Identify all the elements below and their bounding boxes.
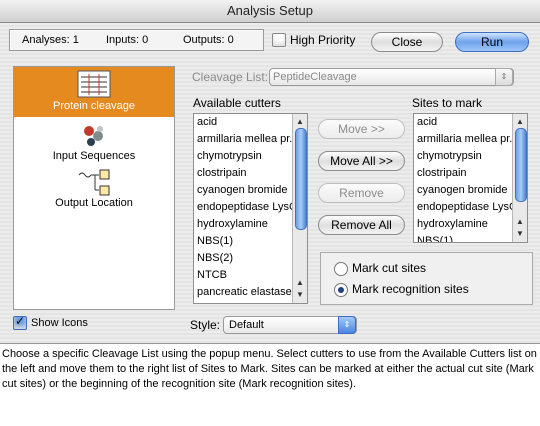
- scroll-up-icon[interactable]: ▲: [513, 116, 527, 128]
- outputs-count: Outputs: 0: [183, 34, 234, 46]
- mark-cut-sites-label: Mark cut sites: [352, 261, 427, 275]
- scroll-up-icon[interactable]: ▲: [513, 216, 527, 228]
- sidebar-item-output-location[interactable]: Output Location: [14, 169, 174, 213]
- scroll-thumb[interactable]: [515, 128, 527, 202]
- mark-recognition-sites-label: Mark recognition sites: [352, 282, 469, 296]
- list-item[interactable]: NBS(1): [194, 233, 307, 250]
- inputs-count: Inputs: 0: [106, 34, 149, 46]
- close-button[interactable]: Close: [371, 32, 443, 52]
- show-icons-checkbox[interactable]: ✓: [13, 314, 27, 330]
- scroll-up-icon[interactable]: ▲: [293, 116, 307, 128]
- list-item[interactable]: hydroxylamine: [414, 216, 527, 233]
- list-item[interactable]: clostripain: [194, 165, 307, 182]
- sites-to-mark-list[interactable]: acid armillaria mellea pr... chymotrypsi…: [413, 113, 528, 243]
- list-item[interactable]: pancreatic elastase: [194, 284, 307, 301]
- scroll-up-icon[interactable]: ▲: [293, 277, 307, 289]
- list-item[interactable]: armillaria mellea pr...: [194, 131, 307, 148]
- high-priority-checkbox[interactable]: [272, 33, 286, 47]
- list-item[interactable]: chymotrypsin: [194, 148, 307, 165]
- list-item[interactable]: acid: [414, 114, 527, 131]
- available-scrollbar[interactable]: ▲ ▲ ▼: [292, 114, 307, 303]
- mark-recognition-sites-radio[interactable]: [334, 283, 348, 297]
- list-item[interactable]: NBS(1): [414, 233, 527, 242]
- available-cutters-list[interactable]: acid armillaria mellea pr... chymotrypsi…: [193, 113, 308, 304]
- list-item[interactable]: armillaria mellea pr...: [414, 131, 527, 148]
- move-button[interactable]: Move >>: [318, 119, 405, 139]
- list-item[interactable]: NTCB: [194, 267, 307, 284]
- list-item[interactable]: endopeptidase LysC: [414, 199, 527, 216]
- sidebar: Protein cleavage Input Sequences Output …: [13, 66, 175, 310]
- sites-to-mark-heading: Sites to mark: [412, 96, 483, 110]
- cleavage-list-value: PeptideCleavage: [273, 71, 357, 83]
- list-item[interactable]: cyanogen bromide: [414, 182, 527, 199]
- help-text: Choose a specific Cleavage List using th…: [0, 343, 540, 426]
- checkmark-icon: ✓: [15, 314, 26, 328]
- style-label: Style:: [190, 318, 221, 332]
- counts-box: Analyses: 1 Inputs: 0 Outputs: 0: [9, 29, 264, 51]
- scroll-thumb[interactable]: [295, 128, 307, 230]
- window-title: Analysis Setup: [0, 0, 540, 23]
- list-item[interactable]: clostripain: [414, 165, 527, 182]
- scroll-down-icon[interactable]: ▼: [513, 228, 527, 240]
- list-item[interactable]: chymotrypsin: [414, 148, 527, 165]
- chevron-updown-icon: ⇕: [495, 68, 513, 86]
- input-sequences-icon: [79, 122, 109, 150]
- high-priority-label: High Priority: [290, 33, 356, 47]
- show-icons-label: Show Icons: [31, 317, 88, 329]
- protein-cleavage-icon: [77, 69, 111, 99]
- sites-scrollbar[interactable]: ▲ ▲ ▼: [512, 114, 527, 242]
- sidebar-item-label: Output Location: [55, 197, 133, 209]
- output-location-icon: [77, 169, 111, 197]
- sidebar-item-label: Input Sequences: [52, 150, 136, 162]
- list-item[interactable]: acid: [194, 114, 307, 131]
- sidebar-item-protein-cleavage[interactable]: Protein cleavage: [14, 67, 174, 117]
- run-button[interactable]: Run: [455, 32, 529, 52]
- available-cutters-heading: Available cutters: [193, 96, 281, 110]
- sidebar-item-label: Protein cleavage: [53, 100, 135, 112]
- remove-button[interactable]: Remove: [318, 183, 405, 203]
- list-item[interactable]: hydroxylamine: [194, 216, 307, 233]
- chevron-updown-icon: ⇕: [338, 316, 356, 334]
- style-value: Default: [229, 319, 264, 331]
- mark-cut-sites-radio[interactable]: [334, 262, 348, 276]
- cleavage-list-popup[interactable]: PeptideCleavage ⇕: [269, 68, 514, 86]
- sidebar-item-input-sequences[interactable]: Input Sequences: [14, 122, 174, 166]
- style-popup[interactable]: Default ⇕: [223, 316, 357, 334]
- analyses-count: Analyses: 1: [22, 34, 79, 46]
- mark-options-panel: Mark cut sites Mark recognition sites: [320, 252, 533, 305]
- remove-all-button[interactable]: Remove All: [318, 215, 405, 235]
- scroll-down-icon[interactable]: ▼: [293, 289, 307, 301]
- move-all-button[interactable]: Move All >>: [318, 151, 405, 171]
- list-item[interactable]: cyanogen bromide: [194, 182, 307, 199]
- list-item[interactable]: NBS(2): [194, 250, 307, 267]
- cleavage-list-label: Cleavage List:: [192, 70, 269, 84]
- list-item[interactable]: endopeptidase LysC: [194, 199, 307, 216]
